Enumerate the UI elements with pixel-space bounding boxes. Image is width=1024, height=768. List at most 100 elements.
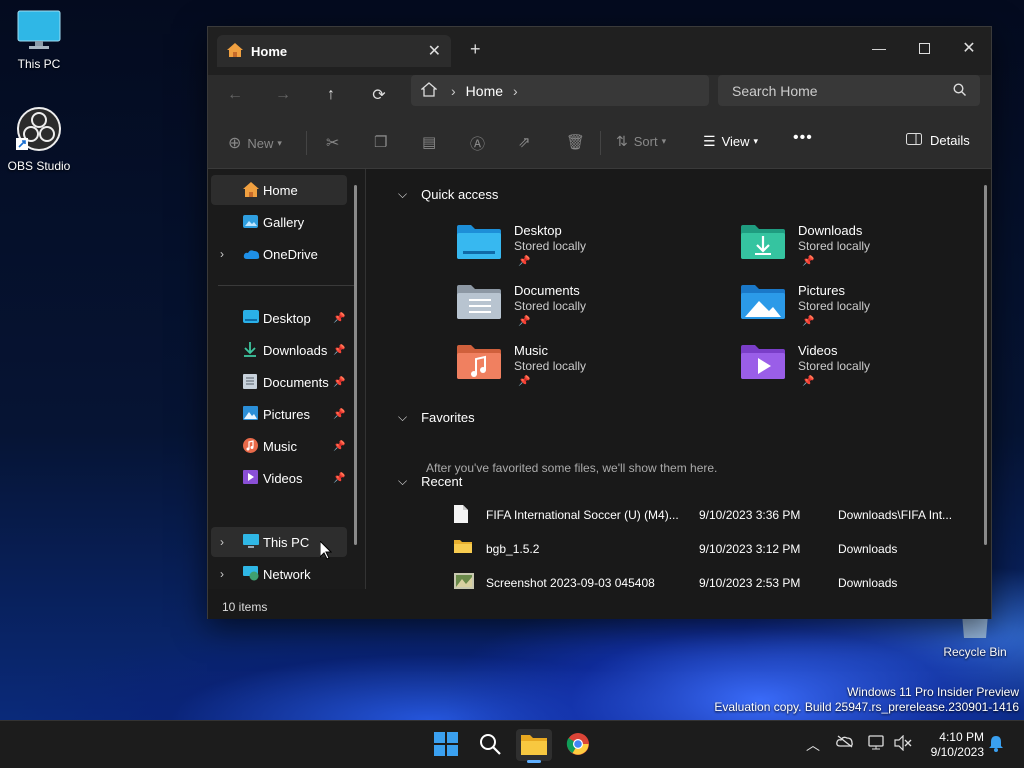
tab-home[interactable]: Home ✕	[217, 35, 451, 67]
sidebar-item-onedrive[interactable]: › OneDrive	[211, 239, 347, 269]
mouse-cursor-icon	[319, 539, 333, 563]
section-recent[interactable]: ⌵ Recent	[398, 474, 462, 489]
quick-access-item-desktop[interactable]: Desktop Stored locally 📌	[457, 223, 707, 279]
search-button[interactable]	[472, 729, 508, 761]
pin-icon: 📌	[802, 256, 815, 267]
downloads-folder-icon	[741, 223, 785, 262]
chevron-right-icon[interactable]: ›	[220, 567, 224, 581]
chevron-down-icon: ⌵	[398, 410, 408, 424]
quick-access-item-pictures[interactable]: Pictures Stored locally 📌	[741, 283, 991, 339]
quick-access-item-videos[interactable]: Videos Stored locally 📌	[741, 343, 991, 399]
network-tray-icon[interactable]	[868, 735, 886, 754]
item-subtitle: Stored locally	[798, 239, 871, 253]
item-count: 10 items	[222, 600, 268, 614]
sidebar-item-videos[interactable]: Videos 📌	[211, 463, 347, 493]
rename-button[interactable]: Ⓐ	[470, 133, 485, 154]
sidebar-item-network[interactable]: › Network	[211, 559, 347, 589]
content-pane: ⌵ Quick access Desktop Stored locally 📌 …	[368, 169, 991, 590]
image-thumbnail-icon	[454, 573, 474, 592]
volume-muted-icon[interactable]	[894, 734, 912, 754]
chevron-right-icon[interactable]: ›	[513, 83, 518, 99]
sidebar-item-label: Videos	[263, 470, 303, 486]
clock-date: 9/10/2023	[930, 745, 984, 759]
quick-access-item-downloads[interactable]: Downloads Stored locally 📌	[741, 223, 991, 279]
section-title: Recent	[421, 474, 463, 489]
pin-icon: 📌	[802, 376, 815, 387]
refresh-button[interactable]: ⟳	[365, 81, 393, 109]
onedrive-icon	[243, 248, 260, 263]
show-hidden-icons-button[interactable]: ︿	[806, 735, 820, 755]
onedrive-tray-icon[interactable]	[836, 735, 854, 751]
home-icon	[227, 42, 243, 60]
pin-icon: 📌	[802, 316, 815, 327]
delete-button[interactable]: 🗑	[566, 133, 585, 151]
folder-icon	[454, 539, 472, 556]
system-clock[interactable]: 4:10 PM 9/10/2023	[920, 730, 984, 760]
content-scrollbar[interactable]	[984, 185, 987, 545]
sidebar-item-documents[interactable]: Documents 📌	[211, 367, 347, 397]
quick-access-item-music[interactable]: Music Stored locally 📌	[457, 343, 707, 399]
start-button[interactable]	[428, 729, 464, 761]
sidebar-item-pictures[interactable]: Pictures 📌	[211, 399, 347, 429]
sort-label: Sort	[633, 134, 658, 149]
close-window-button[interactable]: ✕	[946, 33, 992, 63]
recent-file-row[interactable]: FIFA International Soccer (U) (M4)... 9/…	[454, 505, 964, 525]
file-explorer-taskbar-button[interactable]	[516, 729, 552, 763]
chevron-down-icon: ▾	[277, 137, 282, 148]
item-name: Pictures	[798, 283, 845, 298]
new-button[interactable]: ⊕ New ▾	[228, 133, 282, 153]
new-tab-button[interactable]: +	[470, 39, 481, 60]
sort-button[interactable]: ⇅ Sort ▾	[616, 133, 666, 150]
maximize-button[interactable]	[901, 33, 947, 63]
sidebar-item-home[interactable]: Home	[211, 175, 347, 205]
address-bar[interactable]: › Home ›	[411, 75, 709, 106]
chevron-down-icon: ⌵	[398, 474, 408, 488]
close-tab-icon[interactable]: ✕	[428, 41, 441, 61]
recent-file-row[interactable]: bgb_1.5.2 9/10/2023 3:12 PM Downloads	[454, 539, 964, 559]
plus-circle-icon: ⊕	[228, 135, 242, 152]
section-favorites[interactable]: ⌵ Favorites	[398, 410, 475, 425]
chrome-taskbar-button[interactable]	[560, 729, 596, 761]
sidebar-item-gallery[interactable]: Gallery	[211, 207, 347, 237]
up-button[interactable]: ↑	[317, 81, 345, 109]
taskbar: ︿ 4:10 PM 9/10/2023	[0, 720, 1024, 768]
section-quick-access[interactable]: ⌵ Quick access	[398, 187, 498, 202]
chevron-right-icon[interactable]: ›	[220, 535, 224, 549]
more-options-button[interactable]: •••	[793, 129, 813, 147]
navigation-bar: ← → ↑ ⟳ › Home › Search Home	[208, 75, 991, 115]
recent-file-row[interactable]: Screenshot 2023-09-03 045408 9/10/2023 2…	[454, 573, 964, 593]
item-name: Videos	[798, 343, 838, 358]
search-input[interactable]: Search Home	[718, 75, 980, 106]
quick-access-item-documents[interactable]: Documents Stored locally 📌	[457, 283, 707, 339]
copy-button[interactable]: ❐	[374, 133, 387, 151]
cut-button[interactable]: ✂	[326, 133, 339, 153]
sidebar-item-downloads[interactable]: Downloads 📌	[211, 335, 347, 365]
item-name: Documents	[514, 283, 580, 298]
cut-icon: ✂	[326, 135, 340, 152]
desktop-icon-this-pc[interactable]: This PC	[0, 10, 78, 71]
search-icon	[953, 82, 966, 99]
minimize-button[interactable]: —	[856, 33, 902, 63]
sidebar-item-music[interactable]: Music 📌	[211, 431, 347, 461]
notification-bell-icon[interactable]	[988, 735, 1004, 755]
forward-button[interactable]: →	[269, 81, 297, 109]
pin-icon: 📌	[333, 312, 346, 324]
back-button[interactable]: ←	[221, 81, 249, 109]
paste-button[interactable]: ▤	[422, 133, 436, 151]
sort-icon: ⇅	[616, 133, 628, 149]
desktop-icon-recycle-bin[interactable]: Recycle Bin	[936, 614, 1014, 659]
view-button[interactable]: ☰ View ▾	[703, 133, 758, 150]
desktop-icon-obs-studio[interactable]: OBS Studio	[0, 106, 78, 173]
recent-file-location: Downloads\FIFA Int...	[838, 508, 953, 522]
section-title: Favorites	[421, 410, 475, 425]
sidebar-scrollbar[interactable]	[354, 185, 357, 545]
sidebar-item-desktop[interactable]: Desktop 📌	[211, 303, 347, 333]
chevron-up-icon: ︿	[806, 737, 820, 753]
breadcrumb-home[interactable]: Home	[466, 83, 503, 99]
details-button[interactable]: Details	[906, 133, 970, 148]
section-title: Quick access	[421, 187, 499, 202]
share-button[interactable]: ⇗	[518, 133, 531, 151]
chevron-right-icon[interactable]: ›	[220, 247, 224, 261]
rename-icon: Ⓐ	[470, 136, 486, 153]
sidebar-item-label: Pictures	[263, 406, 310, 422]
